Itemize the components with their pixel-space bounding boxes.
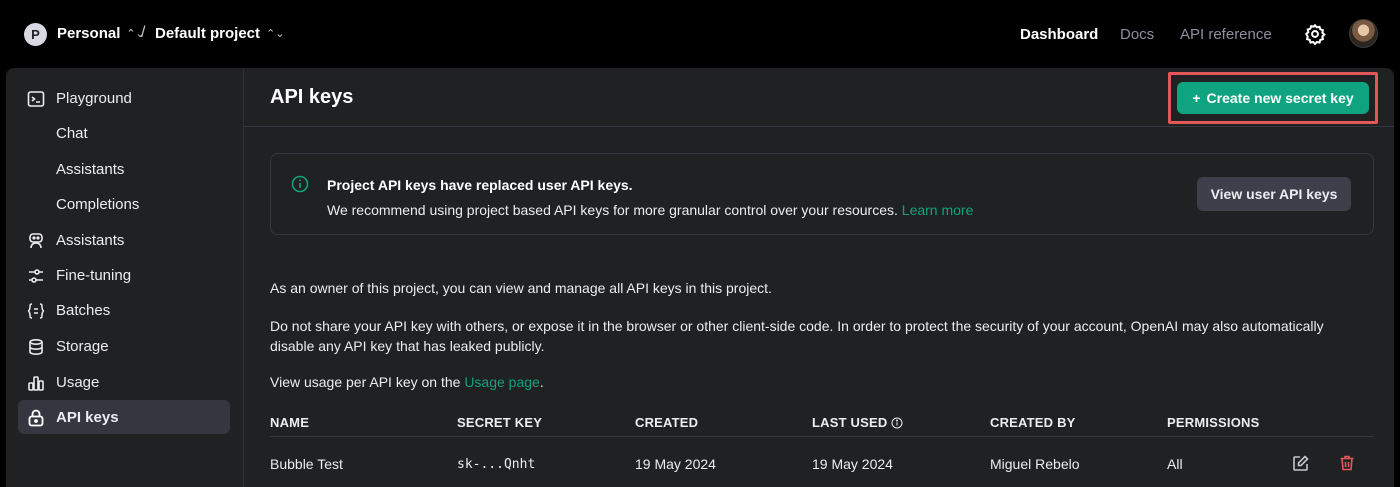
project-name: Default project [155,25,261,42]
nav-api-reference[interactable]: API reference [1180,26,1272,43]
cell-last-used: 19 May 2024 [812,456,893,472]
bar-chart-icon [28,376,44,391]
database-icon [29,338,43,356]
sidebar-item-batches[interactable]: Batches [18,293,230,327]
robot-icon [29,233,43,249]
notice-text: We recommend using project based API key… [327,202,898,218]
cell-created-by: Miguel Rebelo [990,456,1080,472]
info-notice: Project API keys have replaced user API … [270,153,1374,235]
sidebar-item-assistants-playground[interactable]: Assistants [56,161,124,178]
sidebar-item-label: Storage [56,337,109,355]
sliders-icon [29,269,43,283]
view-user-api-keys-button[interactable]: View user API keys [1197,177,1351,211]
cell-created: 19 May 2024 [635,456,716,472]
org-name: Personal [57,25,121,42]
sidebar-item-completions[interactable]: Completions [56,196,139,213]
info-icon [291,175,309,193]
trash-icon[interactable] [1338,454,1356,472]
org-avatar[interactable]: P [24,23,47,46]
nav-dashboard[interactable]: Dashboard [1020,26,1098,43]
app-frame: Playground Chat Assistants Completions A… [6,68,1394,487]
chevron-updown-icon: ⌃⌄ [266,28,285,40]
plus-icon: + [1192,90,1201,106]
org-switcher[interactable]: Personal ⌃⌄ [57,25,145,42]
sidebar-item-label: API keys [56,408,119,426]
cell-secret-key: sk-...Qnht [457,457,536,472]
main-content: API keys + Create new secret key Project… [243,68,1394,487]
sidebar-item-api-keys[interactable]: API keys [18,400,230,434]
table-divider [270,436,1374,437]
sidebar-item-fine-tuning[interactable]: Fine-tuning [18,258,230,292]
sidebar-item-chat[interactable]: Chat [56,125,88,142]
cell-name: Bubble Test [270,456,343,472]
create-secret-key-label: Create new secret key [1206,90,1354,106]
sidebar: Playground Chat Assistants Completions A… [6,68,243,487]
sidebar-item-label: Playground [56,89,132,107]
column-header-last-used-label: LAST USED [812,415,888,430]
sidebar-item-storage[interactable]: Storage [18,329,230,363]
usage-text-prefix: View usage per API key on the [270,374,461,390]
create-secret-key-button[interactable]: + Create new secret key [1177,82,1369,114]
info-icon[interactable] [891,417,903,429]
ownership-text: As an owner of this project, you can vie… [270,280,772,296]
notice-body: We recommend using project based API key… [327,202,973,218]
usage-text-suffix: . [539,374,544,390]
breadcrumb-separator: / [141,24,146,41]
learn-more-link[interactable]: Learn more [902,202,974,218]
column-header-created: CREATED [635,415,699,430]
top-bar: P Personal ⌃⌄ / Default project ⌃⌄ Dashb… [0,0,1400,68]
braces-list-icon [27,303,45,319]
project-switcher[interactable]: Default project ⌃⌄ [155,25,284,42]
sidebar-item-playground[interactable]: Playground [18,81,230,115]
sidebar-item-label: Fine-tuning [56,266,132,284]
nav-docs[interactable]: Docs [1120,26,1154,43]
gear-icon[interactable] [1304,23,1326,45]
column-header-name: NAME [270,415,310,430]
usage-page-link[interactable]: Usage page [464,374,540,390]
column-header-last-used: LAST USED [812,415,903,430]
column-header-secret-key: SECRET KEY [457,415,543,430]
user-avatar[interactable] [1349,19,1378,48]
page-title: API keys [270,86,354,108]
cell-permissions: All [1167,456,1183,472]
notice-title: Project API keys have replaced user API … [327,177,633,193]
security-warning-text: Do not share your API key with others, o… [270,318,1324,354]
lock-icon [28,409,44,427]
column-header-created-by: CREATED BY [990,415,1076,430]
edit-icon[interactable] [1292,454,1310,472]
highlight-box: + Create new secret key [1168,72,1378,124]
terminal-icon [27,91,45,107]
sidebar-item-label: Usage [56,373,100,391]
page-header: API keys + Create new secret key [244,68,1394,127]
sidebar-item-label: Assistants [56,231,125,249]
column-header-permissions: PERMISSIONS [1167,415,1260,430]
sidebar-item-usage[interactable]: Usage [18,365,230,399]
sidebar-item-assistants[interactable]: Assistants [18,223,230,257]
sidebar-item-label: Batches [56,301,111,319]
usage-text: View usage per API key on the Usage page… [270,372,1350,392]
